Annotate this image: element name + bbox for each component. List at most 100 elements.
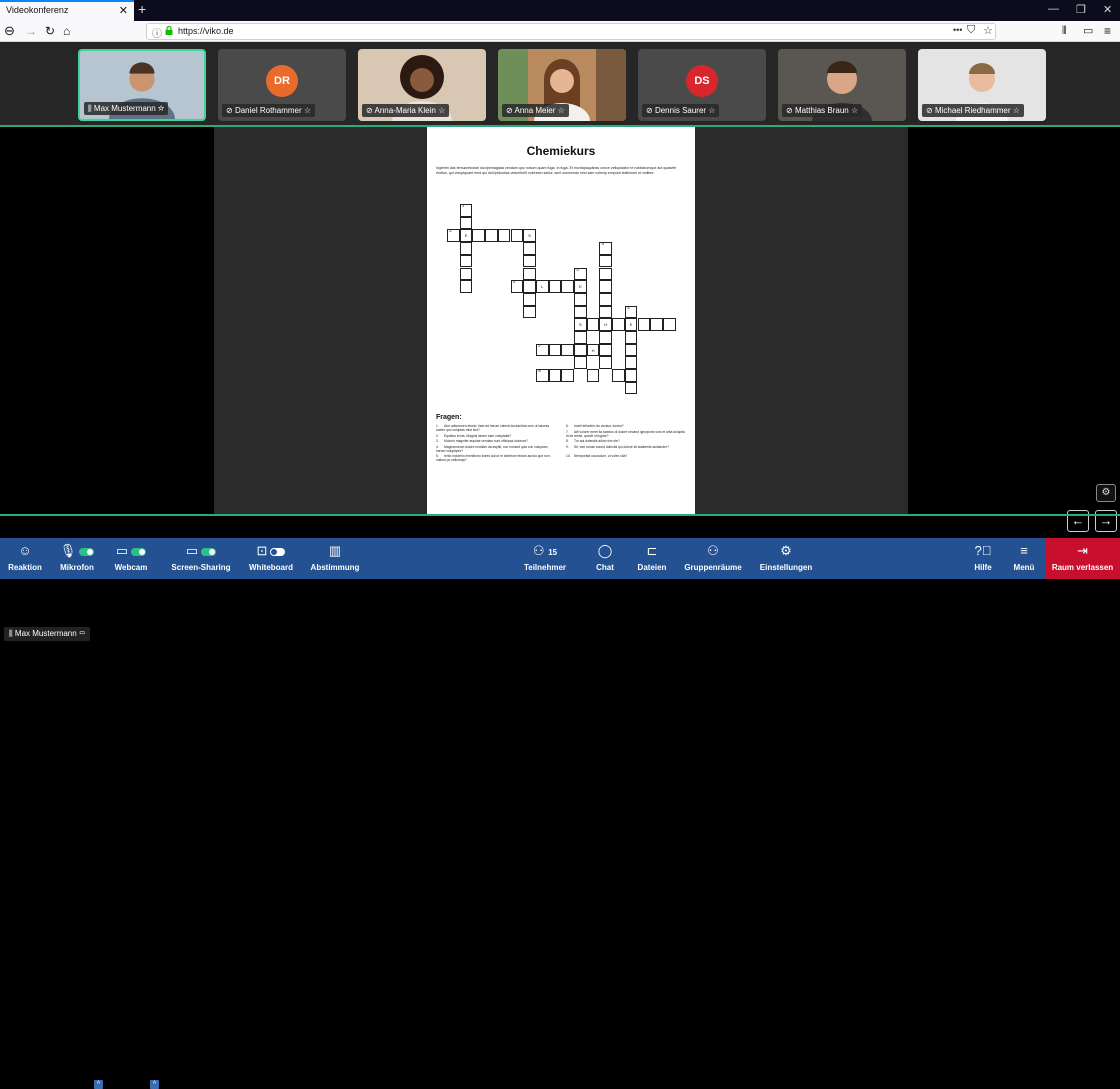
- webcam-toggle[interactable]: [131, 547, 147, 556]
- crossword-cell: [548, 343, 562, 357]
- layout-settings-button[interactable]: ⚙: [1096, 484, 1116, 502]
- home-icon[interactable]: ⌂: [63, 23, 70, 39]
- crossword-cell: [459, 267, 473, 281]
- video-tile-anna-meier[interactable]: ⊘ Anna Meier ☆: [498, 49, 626, 121]
- question-item: 9. Sit, tom nonse sound dolectia qui dolo…: [566, 444, 669, 449]
- crossword-cell: H: [599, 318, 613, 331]
- video-tile-matthias-braun[interactable]: ⊘ Matthias Braun ☆: [778, 49, 906, 121]
- crossword-cell: [662, 318, 676, 331]
- whiteboard-button[interactable]: ⊡ Whiteboard: [246, 538, 296, 579]
- document-intro: Inglerim das femucerticbari ducipernagad…: [436, 166, 677, 175]
- crossword-cell: S: [523, 229, 536, 243]
- minimize-icon[interactable]: —: [1048, 3, 1059, 15]
- whiteboard-toggle[interactable]: [270, 547, 286, 556]
- page-actions-icon[interactable]: •••: [953, 25, 962, 35]
- shared-document: Chemiekurs Inglerim das femucerticbari d…: [427, 127, 695, 514]
- maximize-icon[interactable]: ❐: [1076, 3, 1086, 16]
- video-tile-michael-riedhammer[interactable]: ⊘ Michael Riedhammer ☆: [918, 49, 1046, 121]
- crossword-cell: [574, 292, 587, 306]
- crossword-cell: [599, 267, 613, 281]
- microphone-options-caret[interactable]: ^: [94, 1080, 103, 1089]
- question-item: 3. Molorio magnifer arquiae vendam sunt o…: [436, 439, 528, 443]
- video-tile-daniel-rothammer[interactable]: DR ⊘ Daniel Rothammer ☆: [218, 49, 346, 121]
- crossword-cell: [459, 242, 473, 255]
- screen-icon: ▭: [78, 629, 86, 638]
- crossword-cell: •3: [510, 280, 524, 293]
- crossword-cell: [561, 343, 574, 357]
- conference-toolbar: ☺ Reaktion 🎙 Mikrofon ^ ▭ Webcam ^ ▭ Scr…: [0, 538, 1120, 1089]
- crossword-cell: [523, 254, 536, 268]
- crossword-cell: [624, 331, 638, 344]
- group-icon: ⚇: [707, 543, 719, 558]
- crossword-cell: [548, 280, 562, 293]
- crossword-cell: [599, 331, 613, 344]
- video-tile-dennis-saurer[interactable]: DS ⊘ Dennis Saurer ☆: [638, 49, 766, 121]
- divider: [0, 514, 1120, 516]
- video-tile-max-mustermann[interactable]: ⫼ Max Mustermann ☆: [78, 49, 206, 121]
- crossword-cell: [574, 331, 587, 344]
- sidebar-icon[interactable]: ▭: [1083, 23, 1093, 39]
- info-icon[interactable]: ⓘ: [152, 25, 162, 40]
- browser-tab[interactable]: Videokonferenz ✕: [0, 0, 134, 21]
- crossword-cell: E: [624, 318, 638, 331]
- help-button[interactable]: ?⃝ Hilfe: [968, 538, 998, 579]
- tab-close-icon[interactable]: ✕: [119, 4, 128, 17]
- reload-icon[interactable]: ↻: [45, 23, 55, 39]
- crossword-cell: [561, 369, 574, 382]
- participants-count: 15: [548, 548, 558, 557]
- screen-sharing-toggle[interactable]: [201, 547, 217, 556]
- crossword-cell: [523, 280, 536, 293]
- pocket-icon[interactable]: ⛉: [967, 24, 975, 37]
- crossword-cell: [459, 280, 473, 293]
- crossword-cell: [523, 292, 536, 306]
- leave-room-button[interactable]: ⇥ Raum verlassen: [1045, 538, 1120, 579]
- crossword-cell: [574, 305, 587, 319]
- address-bar[interactable]: ⓘ https://viko.de ••• ⛉ ☆: [146, 23, 996, 40]
- question-item: 1. Atur adiorumen etusto, ilam ad harum v…: [436, 424, 550, 433]
- menu-button[interactable]: ≡ Menü: [1008, 538, 1040, 579]
- chat-button[interactable]: ◯ Chat: [588, 538, 622, 579]
- chat-icon: ◯: [597, 543, 613, 558]
- crossword-cell: [472, 229, 486, 243]
- crossword-cell: [612, 369, 625, 382]
- microphone-toggle[interactable]: [79, 547, 95, 556]
- settings-button[interactable]: ⚙ Einstellungen: [758, 538, 814, 579]
- reaction-button[interactable]: ☺ Reaktion: [4, 538, 46, 579]
- back-icon[interactable]: ⊖: [4, 23, 15, 39]
- webcam-options-caret[interactable]: ^: [150, 1080, 159, 1089]
- crossword-cell: [586, 369, 600, 382]
- crossword-cell: H: [586, 343, 600, 357]
- video-tile-anna-maria-klein[interactable]: ⊘ Anna-Maria Klein ☆: [358, 49, 486, 121]
- avatar: DS: [686, 65, 718, 97]
- bookmark-star-icon[interactable]: ☆: [983, 24, 993, 37]
- poll-icon: ▥: [328, 543, 342, 558]
- poll-button[interactable]: ▥ Abstimmung: [308, 538, 362, 579]
- microphone-button[interactable]: 🎙 Mikrofon: [56, 538, 98, 579]
- crossword-cell: E: [574, 280, 587, 293]
- exit-icon: ⇥: [1077, 543, 1088, 558]
- crossword-cell: •8: [535, 369, 549, 382]
- help-icon: ?⃝: [974, 543, 992, 558]
- folder-icon: ⊏: [646, 543, 658, 558]
- gear-icon: ⚙: [780, 543, 792, 558]
- close-window-icon[interactable]: ✕: [1103, 3, 1112, 16]
- crossword-cell: [624, 356, 638, 370]
- question-item: 5. Iento inciderio eveniltorro bores aut …: [436, 454, 551, 463]
- hamburger-icon: ≡: [1020, 543, 1028, 558]
- crossword-cell: [510, 229, 524, 243]
- files-button[interactable]: ⊏ Dateien: [634, 538, 670, 579]
- breakout-rooms-button[interactable]: ⚇ Gruppenräume: [682, 538, 744, 579]
- questions-title: Fragen:: [436, 414, 462, 421]
- forward-icon[interactable]: →: [25, 23, 37, 39]
- screen-sharing-button[interactable]: ▭ Screen-Sharing: [170, 538, 232, 579]
- new-tab-button[interactable]: +: [138, 1, 146, 17]
- library-icon[interactable]: ⫴: [1062, 23, 1067, 39]
- webcam-button[interactable]: ▭ Webcam: [110, 538, 152, 579]
- whiteboard-icon: ⊡: [256, 543, 268, 558]
- menu-icon[interactable]: ≡: [1104, 23, 1111, 39]
- crossword-cell: •1: [459, 204, 473, 217]
- crossword-cell: [574, 343, 587, 357]
- participants-button[interactable]: ⚇ 15 Teilnehmer: [520, 538, 570, 579]
- crossword-cell: [599, 292, 613, 306]
- crossword-cell: L: [535, 280, 549, 293]
